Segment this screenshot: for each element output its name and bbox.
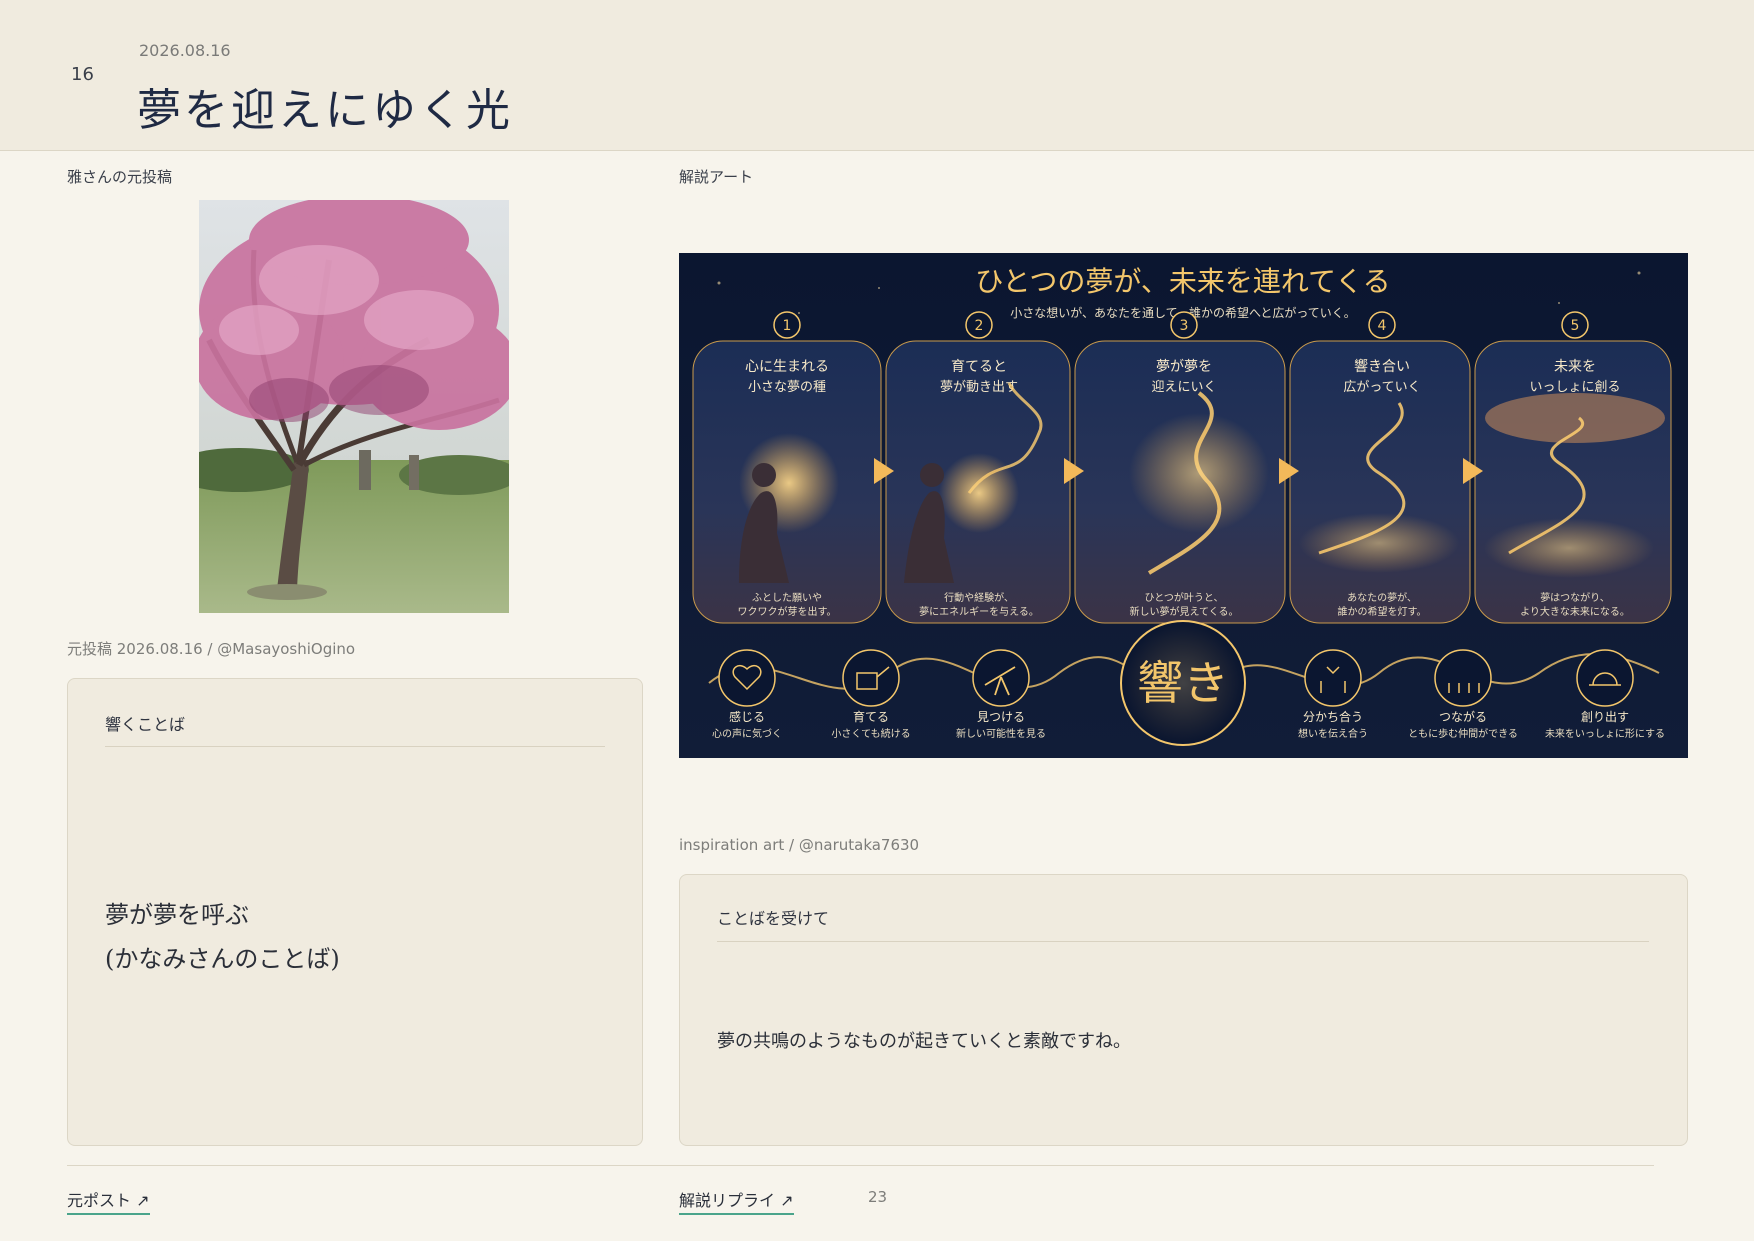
icon-4-sub: 想いを伝え合う (1298, 727, 1368, 740)
card-heading: ことばを受けて (717, 909, 830, 928)
panel-4-foot1: あなたの夢が、 (1347, 591, 1417, 604)
panel-4-foot2: 誰かの希望を灯す。 (1338, 605, 1427, 618)
panel-2-foot2: 夢にエネルギーを与える。 (919, 605, 1039, 618)
panel-4: 4 響き合い 広がっていく あなたの夢が、 誰かの希望を灯す。 (1289, 311, 1471, 624)
panel-1-head1: 心に生まれる (745, 359, 829, 375)
explanation-reply-link[interactable]: 解説リプライ ↗ (679, 1187, 794, 1215)
card-heading: 響くことば (105, 715, 186, 734)
panel-2-head2: 夢が動き出す (940, 380, 1018, 395)
icon-2-label: 育てる (853, 709, 889, 724)
panel-1-head2: 小さな夢の種 (748, 379, 826, 395)
panel-2-number: 2 (975, 318, 984, 334)
panel-1-foot2: ワクワクが芽を出す。 (738, 605, 837, 618)
panel-2-foot1: 行動や経験が、 (944, 591, 1014, 604)
page-header: 16 2026.08.16 夢を迎えにゆく光 (0, 0, 1754, 151)
quote-text: 夢が夢を呼ぶ (かなみさんのことば) (105, 901, 340, 973)
center-word: 響き (1137, 656, 1229, 710)
post-date: 2026.08.16 (139, 41, 231, 60)
panel-1-number: 1 (783, 318, 792, 334)
panel-5-foot2: より大きな未来になる。 (1520, 605, 1630, 618)
comment-text: 夢の共鳴のようなものが起きていくと素敵ですね。 (717, 1031, 1131, 1052)
art-caption: inspiration art / @narutaka7630 (679, 836, 920, 854)
original-photo (199, 200, 509, 613)
panel-3-foot1: ひとつが叶うと、 (1145, 591, 1224, 604)
panel-3-head1: 夢が夢を (1156, 359, 1212, 375)
photo-caption: 元投稿 2026.08.16 / @MasayoshiOgino (67, 640, 356, 658)
inspiration-art: ひとつの夢が、未来を連れてくる 小さな想いが、あなたを通して、誰かの希望へと広が… (679, 253, 1688, 758)
panel-5-head2: いっしょに創る (1529, 380, 1620, 395)
panel-4-head2: 広がっていく (1343, 380, 1420, 395)
art-svg: ひとつの夢が、未来を連れてくる 小さな想いが、あなたを通して、誰かの希望へと広が… (679, 253, 1688, 758)
page-title: 夢を迎えにゆく光 (137, 85, 513, 136)
panel-3-head2: 迎えにいく (1151, 380, 1216, 395)
resonant-words-card: 響くことば 夢が夢を呼ぶ (かなみさんのことば) (67, 678, 643, 1146)
icon-1-label: 感じる (729, 709, 765, 724)
panel-2-head1: 育てると (951, 359, 1007, 375)
panel-5: 5 未来を いっしょに創る 夢はつながり、 より大きな未来になる。 (1474, 311, 1672, 624)
panel-3-foot2: 新しい夢が見えてくる。 (1130, 605, 1239, 618)
art-title: ひとつの夢が、未来を連れてくる (975, 265, 1390, 298)
original-post-label: 雅さんの元投稿 (67, 168, 173, 186)
panel-5-head1: 未来を (1554, 359, 1596, 375)
icon-5-label: つながる (1439, 709, 1487, 724)
card-divider (717, 941, 1649, 942)
footer-page-number: 23 (868, 1188, 888, 1206)
icon-1-sub: 心の声に気づく (712, 727, 782, 740)
footer-divider (67, 1165, 1654, 1166)
icon-6-sub: 未来をいっしょに形にする (1545, 728, 1665, 740)
original-post-link[interactable]: 元ポスト ↗ (67, 1187, 150, 1215)
panel-1-foot1: ふとした願いや (752, 592, 822, 604)
icon-3-sub: 新しい可能性を見る (956, 727, 1046, 740)
panel-5-foot1: 夢はつながり、 (1540, 591, 1610, 604)
icon-6-label: 創り出す (1581, 710, 1629, 724)
icon-4-label: 分かち合う (1303, 709, 1363, 724)
icon-5-sub: ともに歩む仲間ができる (1408, 727, 1518, 740)
center-emblem: 響き (1120, 620, 1246, 746)
card-divider (105, 746, 605, 747)
panel-5-number: 5 (1571, 318, 1580, 334)
panel-4-number: 4 (1378, 318, 1387, 334)
cherry-tree-image (199, 200, 509, 613)
icon-2-sub: 小さくても続ける (831, 727, 910, 740)
response-card: ことばを受けて 夢の共鳴のようなものが起きていくと素敵ですね。 (679, 874, 1688, 1146)
panel-3: 3 夢が夢を 迎えにいく ひとつが叶うと、 新しい夢が見えてくる。 (1074, 311, 1286, 624)
panel-2: 2 育てると 夢が動き出す 行動や経験が、 夢にエネルギーを与える。 (885, 311, 1071, 624)
panel-1: 1 心に生まれる 小さな夢の種 ふとした願いや ワクワクが芽を出す。 (692, 311, 882, 624)
panel-4-head1: 響き合い (1354, 358, 1410, 375)
page-number: 16 (71, 64, 94, 85)
icon-3-label: 見つける (977, 710, 1025, 724)
panel-3-number: 3 (1180, 318, 1189, 334)
art-label: 解説アート (679, 168, 754, 186)
